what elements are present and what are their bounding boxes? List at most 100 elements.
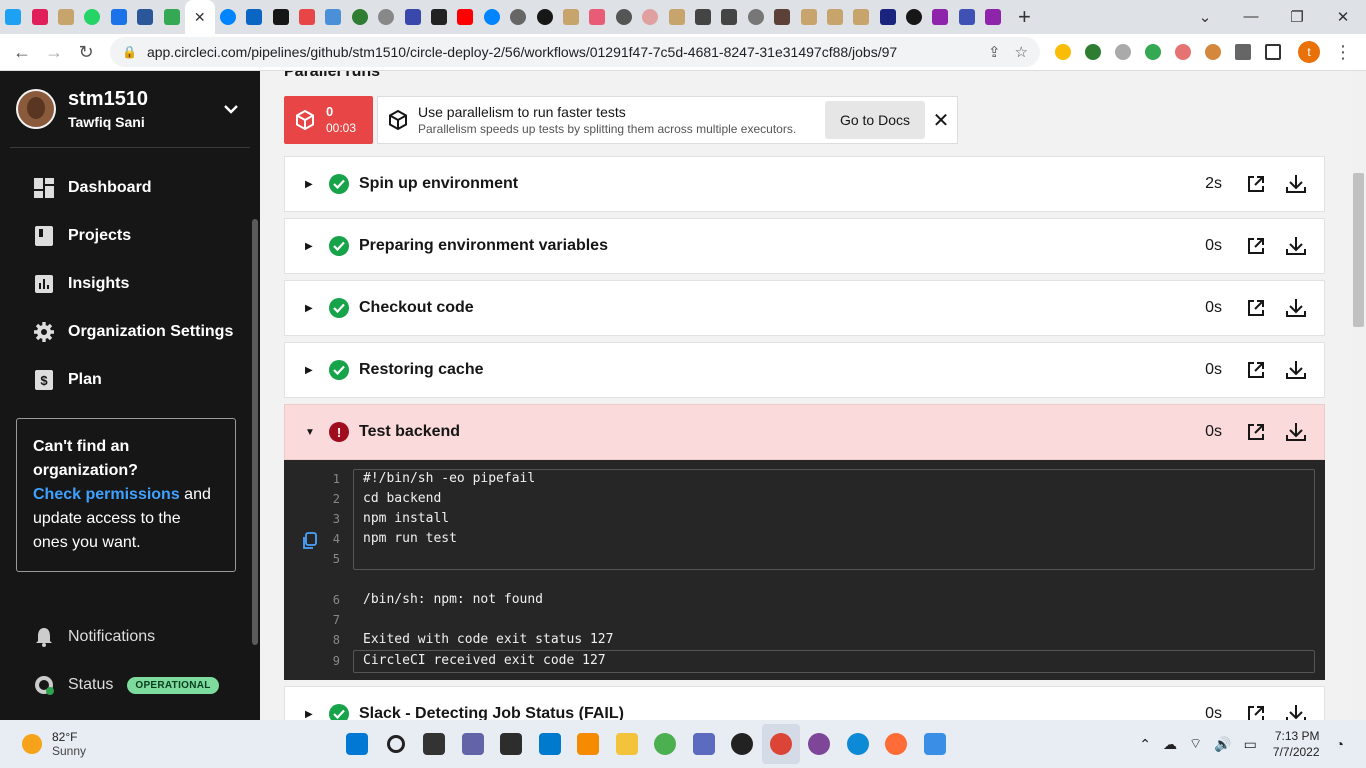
teams-icon[interactable] <box>454 724 493 764</box>
open-external-icon[interactable] <box>1236 175 1276 193</box>
expand-arrow-icon[interactable]: ▶ <box>305 179 329 190</box>
open-external-icon[interactable] <box>1236 237 1276 255</box>
lock-icon[interactable]: 🔒 <box>122 45 137 59</box>
tab-favicon[interactable] <box>452 0 478 34</box>
puzzle-icon[interactable] <box>1235 44 1251 60</box>
clock[interactable]: 7:13 PM 7/7/2022 <box>1273 728 1320 760</box>
tab-favicon[interactable] <box>268 0 294 34</box>
tab-favicon[interactable] <box>611 0 637 34</box>
expand-arrow-icon[interactable]: ▶ <box>305 303 329 314</box>
task-view-icon[interactable] <box>415 724 454 764</box>
tab-favicon[interactable] <box>26 0 52 34</box>
weather-widget[interactable]: 82°F Sunny <box>0 730 300 758</box>
step-output-console[interactable]: 1 #!/bin/sh -eo pipefail 2 cd backend 3 … <box>284 460 1325 680</box>
media-player-icon[interactable] <box>723 724 762 764</box>
open-external-icon[interactable] <box>1236 299 1276 317</box>
step-row[interactable]: ▶ Checkout code 0s <box>284 280 1325 336</box>
tab-favicon[interactable] <box>53 0 79 34</box>
notification-center-icon[interactable]: ◔ <box>1336 736 1344 752</box>
download-icon[interactable] <box>1276 360 1316 380</box>
url-text[interactable]: app.circleci.com/pipelines/github/stm151… <box>147 44 974 60</box>
tab-favicon[interactable] <box>558 0 584 34</box>
vscode-icon[interactable] <box>531 724 570 764</box>
go-to-docs-button[interactable]: Go to Docs <box>824 101 925 139</box>
tab-favicon[interactable] <box>690 0 716 34</box>
tab-favicon[interactable] <box>79 0 105 34</box>
download-icon[interactable] <box>1276 236 1316 256</box>
expand-arrow-icon[interactable]: ▶ <box>305 709 329 720</box>
back-icon[interactable]: ← <box>6 42 38 63</box>
profile-avatar[interactable]: t <box>1298 41 1320 63</box>
download-icon[interactable] <box>1276 704 1316 720</box>
tab-favicon[interactable] <box>927 0 953 34</box>
tab-favicon[interactable] <box>158 0 184 34</box>
side-panel-icon[interactable] <box>1265 44 1281 60</box>
step-row-failed[interactable]: ▼ ! Test backend 0s <box>284 404 1325 460</box>
tab-favicon[interactable] <box>584 0 610 34</box>
start-button[interactable] <box>338 724 377 764</box>
url-bar[interactable]: 🔒 app.circleci.com/pipelines/github/stm1… <box>110 37 1040 67</box>
file-explorer-icon[interactable] <box>608 724 647 764</box>
tab-favicon[interactable] <box>241 0 267 34</box>
open-external-icon[interactable] <box>1236 423 1276 441</box>
tab-favicon[interactable] <box>637 0 663 34</box>
tab-favicon[interactable] <box>215 0 241 34</box>
sidebar-item-insights[interactable]: Insights <box>0 260 260 308</box>
chevron-down-icon[interactable] <box>224 104 238 114</box>
download-icon[interactable] <box>1276 298 1316 318</box>
tab-favicon[interactable] <box>769 0 795 34</box>
tab-favicon[interactable] <box>399 0 425 34</box>
close-tab-icon[interactable]: ✕ <box>194 9 206 26</box>
postman-icon[interactable] <box>877 724 916 764</box>
sidebar-item-projects[interactable]: Projects <box>0 212 260 260</box>
check-permissions-link[interactable]: Check permissions <box>33 486 180 503</box>
share-icon[interactable]: ⇪ <box>988 43 1001 61</box>
tab-favicon[interactable] <box>743 0 769 34</box>
wifi-icon[interactable]: ⌔ <box>1189 735 1202 753</box>
download-icon[interactable] <box>1276 174 1316 194</box>
download-icon[interactable] <box>1276 422 1316 442</box>
step-row[interactable]: ▶ Preparing environment variables 0s <box>284 218 1325 274</box>
extension-icon[interactable] <box>1115 44 1131 60</box>
restore-icon[interactable]: ❐ <box>1274 8 1320 26</box>
expand-arrow-icon[interactable]: ▶ <box>305 241 329 252</box>
extension-icon[interactable] <box>1205 44 1221 60</box>
tab-favicon[interactable] <box>0 0 26 34</box>
tab-favicon[interactable] <box>373 0 399 34</box>
sidebar-item-organization-settings[interactable]: Organization Settings <box>0 308 260 356</box>
new-tab-button[interactable]: + <box>1006 4 1042 30</box>
reload-icon[interactable]: ↻ <box>70 42 102 63</box>
vlc-icon[interactable] <box>569 724 608 764</box>
chevron-up-icon[interactable]: ⌃ <box>1139 736 1151 753</box>
tor-browser-icon[interactable] <box>800 724 839 764</box>
tab-favicon[interactable] <box>479 0 505 34</box>
sidebar-item-notifications[interactable]: Notifications <box>0 613 260 661</box>
extension-icon[interactable] <box>1145 44 1161 60</box>
sidebar-item-status[interactable]: Status OPERATIONAL <box>0 661 260 709</box>
notepad-icon[interactable] <box>916 724 955 764</box>
chrome-icon[interactable] <box>761 724 800 764</box>
close-icon[interactable]: ✕ <box>925 108 957 133</box>
bookmark-star-icon[interactable]: ☆ <box>1015 43 1028 61</box>
open-external-icon[interactable] <box>1236 361 1276 379</box>
sidebar-item-dashboard[interactable]: Dashboard <box>0 164 260 212</box>
tab-favicon[interactable] <box>320 0 346 34</box>
step-row[interactable]: ▶ Restoring cache 0s <box>284 342 1325 398</box>
open-external-icon[interactable] <box>1236 705 1276 720</box>
copy-icon[interactable] <box>302 532 318 555</box>
extension-icon[interactable] <box>1055 44 1071 60</box>
tab-favicon[interactable] <box>848 0 874 34</box>
active-tab[interactable]: ✕ <box>184 0 215 34</box>
tab-favicon[interactable] <box>106 0 132 34</box>
tab-favicon[interactable] <box>347 0 373 34</box>
step-row[interactable]: ▶ Slack - Detecting Job Status (FAIL) 0s <box>284 686 1325 720</box>
tab-search-icon[interactable]: ⌄ <box>1182 8 1228 26</box>
tab-favicon[interactable] <box>875 0 901 34</box>
search-icon[interactable] <box>377 724 416 764</box>
page-scrollbar[interactable] <box>1351 71 1366 720</box>
sidebar-item-plan[interactable]: $ Plan <box>0 356 260 404</box>
tab-favicon[interactable] <box>426 0 452 34</box>
tab-favicon[interactable] <box>954 0 980 34</box>
network-app-icon[interactable] <box>685 724 724 764</box>
cloud-icon[interactable]: ☁ <box>1163 736 1177 753</box>
